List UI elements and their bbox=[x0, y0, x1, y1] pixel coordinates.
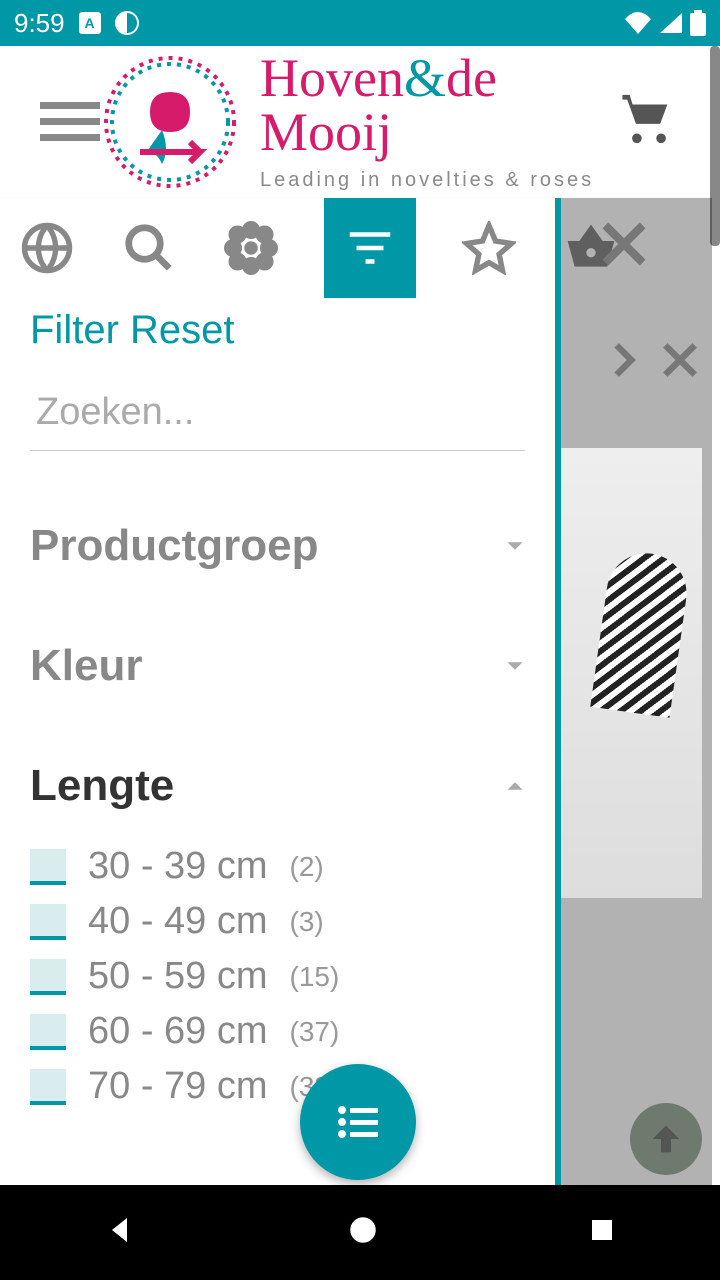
star-icon[interactable] bbox=[460, 219, 518, 277]
cell-signal-icon bbox=[658, 11, 684, 35]
globe-icon[interactable] bbox=[18, 219, 76, 277]
facet-lengte-options: 30 - 39 cm (2) 40 - 49 cm (3) 50 - 59 cm… bbox=[30, 839, 530, 1114]
menu-button[interactable] bbox=[40, 102, 100, 141]
scroll-to-top-button[interactable] bbox=[630, 1103, 702, 1175]
filter-option[interactable]: 60 - 69 cm (37) bbox=[30, 1004, 530, 1059]
brand-tagline: Leading in novelties & roses bbox=[260, 169, 620, 192]
facet-productgroep[interactable]: Productgroep bbox=[30, 521, 530, 571]
cart-button[interactable] bbox=[620, 90, 680, 153]
checkbox[interactable] bbox=[30, 959, 66, 995]
battery-icon bbox=[690, 10, 706, 36]
close-icon[interactable] bbox=[658, 338, 702, 387]
content-backdrop bbox=[560, 198, 712, 1185]
option-label: 70 - 79 cm bbox=[88, 1065, 268, 1108]
option-count: (2) bbox=[290, 851, 324, 883]
search-icon[interactable] bbox=[120, 219, 178, 277]
option-count: (3) bbox=[290, 906, 324, 938]
option-label: 30 - 39 cm bbox=[88, 845, 268, 888]
filter-icon[interactable] bbox=[324, 198, 416, 298]
facet-title: Productgroep bbox=[30, 521, 500, 571]
option-label: 60 - 69 cm bbox=[88, 1010, 268, 1053]
facet-title: Kleur bbox=[30, 641, 500, 691]
brand-logo[interactable]: Hoven&de Mooij Leading in novelties & ro… bbox=[100, 51, 620, 192]
list-fab-button[interactable] bbox=[300, 1064, 416, 1180]
checkbox[interactable] bbox=[30, 1069, 66, 1105]
facet-lengte[interactable]: Lengte bbox=[30, 761, 530, 811]
product-image bbox=[560, 448, 702, 898]
keyboard-indicator-icon: A bbox=[79, 12, 101, 34]
checkbox[interactable] bbox=[30, 1014, 66, 1050]
chevron-up-icon bbox=[500, 771, 530, 801]
option-label: 50 - 59 cm bbox=[88, 955, 268, 998]
chevron-down-icon bbox=[500, 531, 530, 561]
clock: 9:59 bbox=[14, 8, 65, 39]
close-panel-button[interactable] bbox=[596, 216, 652, 277]
home-button[interactable] bbox=[346, 1213, 380, 1252]
android-nav-bar bbox=[0, 1185, 720, 1280]
option-count: (15) bbox=[290, 961, 340, 993]
wifi-icon bbox=[624, 11, 652, 35]
recents-button[interactable] bbox=[587, 1215, 617, 1250]
back-button[interactable] bbox=[103, 1212, 139, 1253]
filter-option[interactable]: 50 - 59 cm (15) bbox=[30, 949, 530, 1004]
brand-name: Hoven&de Mooij bbox=[260, 51, 620, 159]
app-header: Hoven&de Mooij Leading in novelties & ro… bbox=[0, 46, 720, 198]
filter-panel: Filter Reset Productgroep Kleur Lengte 3… bbox=[0, 298, 560, 1185]
filter-option[interactable]: 30 - 39 cm (2) bbox=[30, 839, 530, 894]
facet-kleur[interactable]: Kleur bbox=[30, 641, 530, 691]
android-status-bar: 9:59 A bbox=[0, 0, 720, 46]
checkbox[interactable] bbox=[30, 904, 66, 940]
filter-reset-link[interactable]: Filter Reset bbox=[30, 308, 530, 353]
chevron-down-icon bbox=[500, 651, 530, 681]
facet-title: Lengte bbox=[30, 761, 500, 811]
rose-badge-icon bbox=[100, 52, 240, 192]
filter-option[interactable]: 70 - 79 cm (33) bbox=[30, 1059, 530, 1114]
flower-icon[interactable] bbox=[222, 219, 280, 277]
checkbox[interactable] bbox=[30, 849, 66, 885]
filter-option[interactable]: 40 - 49 cm (3) bbox=[30, 894, 530, 949]
panel-divider bbox=[555, 198, 561, 1185]
option-label: 40 - 49 cm bbox=[88, 900, 268, 943]
filter-search-input[interactable] bbox=[30, 383, 525, 451]
chevron-right-icon[interactable] bbox=[602, 338, 646, 387]
option-count: (37) bbox=[290, 1016, 340, 1048]
app-indicator-icon bbox=[115, 11, 139, 35]
